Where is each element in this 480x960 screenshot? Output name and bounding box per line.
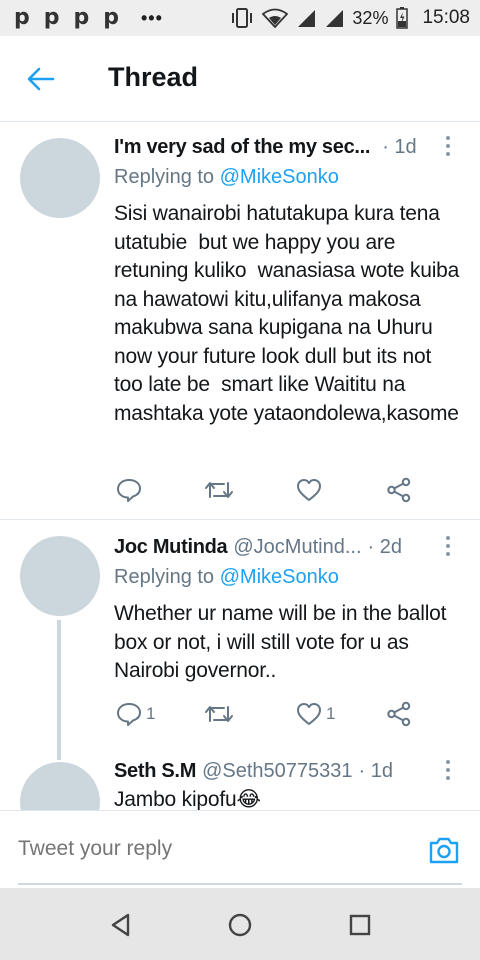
retweet-button[interactable] [204,476,234,504]
share-button[interactable] [386,700,412,728]
like-button[interactable] [296,476,326,504]
tweet-actions: 1 1 [116,700,416,728]
mention-link[interactable]: @MikeSonko [220,566,339,588]
tweet-content: Seth S.M @Seth50775331 · 1d Jambo kipofu… [114,758,462,810]
tweet-header: Joc Mutinda @JocMutind... · 2d [114,534,462,560]
tweet-text: Sisi wanairobi hatutakupa kura tena utat… [114,202,465,425]
camera-icon [429,837,459,864]
thread-list[interactable]: I'm very sad of the my sec... · 1d Reply… [0,122,480,810]
heart-icon [297,479,321,501]
replying-to-label: Replying to [114,166,215,188]
more-options-icon[interactable] [438,758,458,782]
tweet-actions [116,476,416,504]
share-button[interactable] [386,476,412,504]
tweet-time: · 1d [358,760,393,782]
reply-bubble-icon [117,479,141,502]
like-button[interactable]: 1 [296,700,335,728]
tweet-header: I'm very sad of the my sec... · 1d [114,134,462,160]
nav-back-button[interactable] [108,912,134,938]
retweet-icon [205,706,233,722]
app-notification-icon: p [103,5,119,30]
reply-button[interactable] [116,476,146,504]
more-options-icon[interactable] [438,134,458,158]
tweet-content: Joc Mutinda @JocMutind... · 2d Replying … [114,534,462,686]
vibrate-icon [232,8,253,28]
back-button[interactable] [26,64,56,94]
share-icon [387,477,411,503]
tweet-text: Jambo kipofu😂 [114,788,261,810]
reply-button[interactable]: 1 [116,700,155,728]
notification-icons: p p p p [14,7,119,29]
tweet-item[interactable]: Seth S.M @Seth50775331 · 1d Jambo kipofu… [0,752,480,810]
battery-icon [396,7,409,29]
more-options-icon[interactable] [438,534,458,558]
tweet-item[interactable]: Joc Mutinda @JocMutind... · 2d Replying … [0,520,480,760]
tweet-text: Whether ur name will be in the ballot bo… [114,602,452,682]
retweet-icon [205,482,233,498]
input-underline [18,883,462,885]
status-bar: p p p p ••• 32% 15:08 [0,0,480,36]
tweet-header: Seth S.M @Seth50775331 · 1d [114,758,462,784]
like-count: 1 [326,704,336,723]
reply-composer [0,810,480,888]
signal-icon [326,10,344,27]
reply-bubble-icon [117,703,141,726]
share-icon [387,701,411,727]
battery-percent: 32% [352,7,389,28]
avatar[interactable] [20,536,100,616]
triangle-back-icon [111,913,130,937]
more-notifications-icon: ••• [141,7,163,28]
avatar[interactable] [20,762,100,810]
tweet-item[interactable]: I'm very sad of the my sec... · 1d Reply… [0,122,480,520]
author-name[interactable]: Seth S.M [114,758,196,784]
camera-button[interactable] [428,835,460,865]
heart-icon [297,703,321,725]
author-handle: @JocMutind... [233,536,362,558]
status-right: 32% 15:08 [230,7,470,29]
replying-to: Replying to @MikeSonko [114,564,462,590]
tweet-time: · 2d [367,536,402,558]
circle-home-icon [228,913,252,937]
system-nav-bar [0,888,480,960]
app-notification-icon: p [73,5,90,30]
app-notification-icon: p [14,5,30,30]
thread-connector [57,620,61,760]
arrow-left-icon [27,67,55,91]
author-name[interactable]: I'm very sad of the my sec... [114,134,370,160]
page-title: Thread [108,62,199,92]
clock: 15:08 [422,7,470,28]
square-recents-icon [349,914,371,936]
author-handle: @Seth50775331 [202,760,353,782]
retweet-button[interactable] [204,700,234,728]
author-name[interactable]: Joc Mutinda [114,534,228,560]
tweet-content: I'm very sad of the my sec... · 1d Reply… [114,134,462,428]
mention-link[interactable]: @MikeSonko [220,166,339,188]
avatar[interactable] [20,138,100,218]
reply-count: 1 [146,704,156,723]
reply-input[interactable] [18,837,398,861]
nav-home-button[interactable] [227,912,253,938]
app-header: Thread [0,36,480,122]
signal-icon [298,10,316,27]
nav-recents-button[interactable] [347,912,373,938]
app-notification-icon: p [43,5,60,30]
wifi-icon [262,8,289,28]
tweet-time: · 1d [382,136,417,158]
replying-to: Replying to @MikeSonko [114,164,462,190]
replying-to-label: Replying to [114,566,215,588]
